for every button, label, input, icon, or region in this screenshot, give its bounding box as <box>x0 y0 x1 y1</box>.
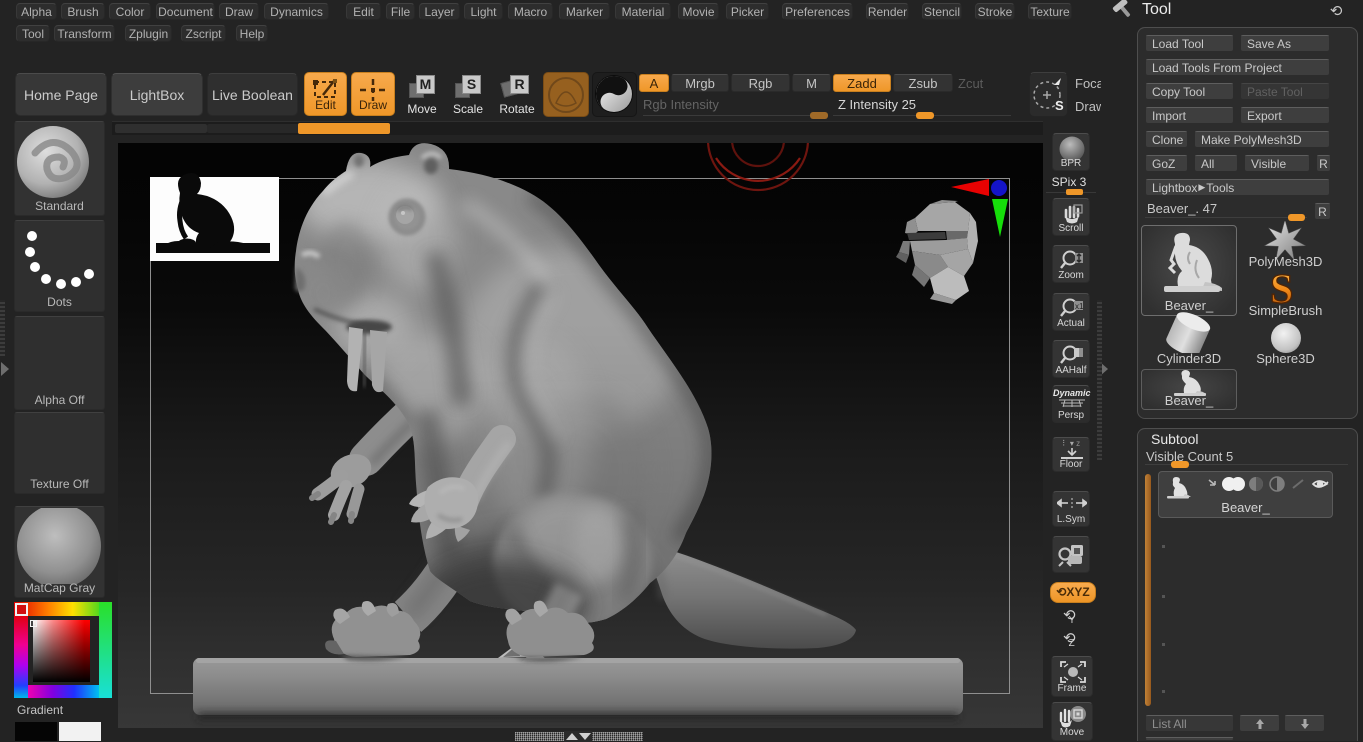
svg-text:S: S <box>1055 98 1064 113</box>
svg-text:x1: x1 <box>1075 302 1084 311</box>
svg-text:S: S <box>1270 272 1293 306</box>
